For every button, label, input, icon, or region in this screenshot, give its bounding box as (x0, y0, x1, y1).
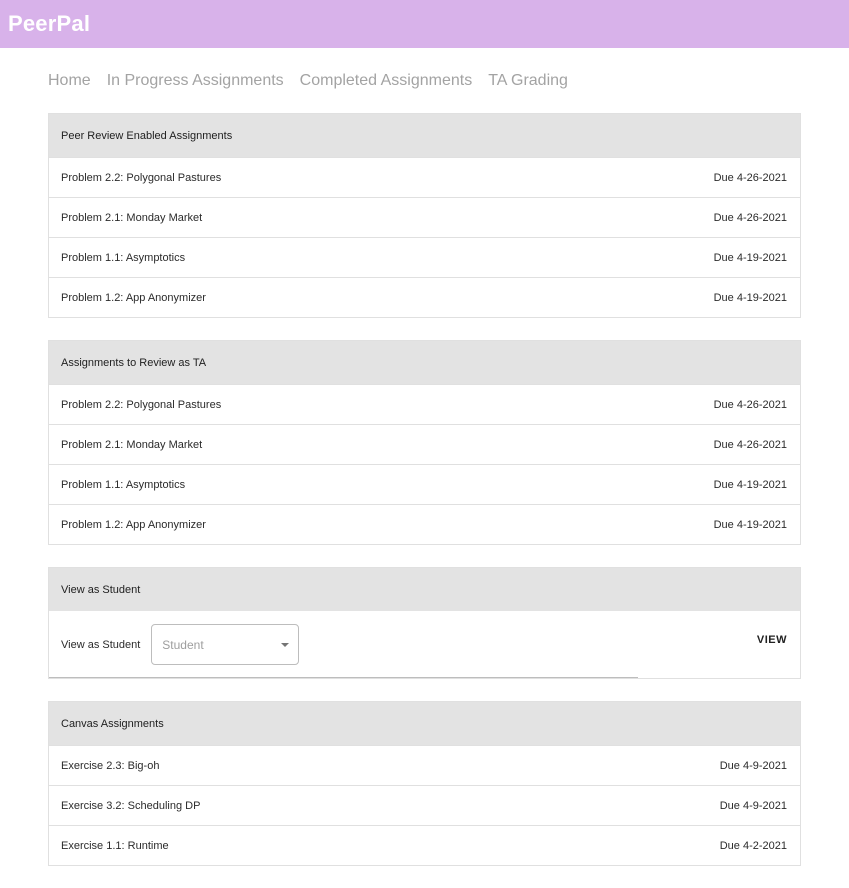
assignment-name: Problem 2.1: Monday Market (61, 438, 203, 451)
assignment-name: Problem 1.2: App Anonymizer (61, 518, 206, 531)
app-bar: PeerPal (0, 0, 849, 48)
assignment-due-date: Due 4-19-2021 (713, 291, 787, 304)
assignment-due-date: Due 4-26-2021 (713, 211, 787, 224)
ta-review-panel: Assignments to Review as TA Problem 2.2:… (48, 340, 801, 545)
assignment-due-date: Due 4-2-2021 (719, 839, 787, 852)
assignment-row[interactable]: Problem 2.1: Monday Market Due 4-26-2021 (49, 197, 800, 237)
assignment-due-date: Due 4-19-2021 (713, 518, 787, 531)
assignment-due-date: Due 4-19-2021 (713, 251, 787, 264)
main-content: Home In Progress Assignments Completed A… (48, 48, 801, 888)
assignment-name: Problem 1.1: Asymptotics (61, 478, 186, 491)
divider (49, 677, 638, 678)
assignment-name: Exercise 2.3: Big-oh (61, 759, 160, 772)
assignment-due-date: Due 4-9-2021 (719, 759, 787, 772)
view-button[interactable]: VIEW (757, 634, 787, 646)
assignment-name: Problem 2.2: Polygonal Pastures (61, 171, 222, 184)
top-nav: Home In Progress Assignments Completed A… (48, 48, 801, 113)
peer-review-panel: Peer Review Enabled Assignments Problem … (48, 113, 801, 318)
assignment-name: Problem 1.2: App Anonymizer (61, 291, 206, 304)
assignment-name: Exercise 3.2: Scheduling DP (61, 799, 201, 812)
assignment-name: Exercise 1.1: Runtime (61, 839, 169, 852)
assignment-name: Problem 1.1: Asymptotics (61, 251, 186, 264)
panel-header: View as Student (49, 568, 800, 611)
assignment-row[interactable]: Problem 2.2: Polygonal Pastures Due 4-26… (49, 384, 800, 424)
assignment-due-date: Due 4-26-2021 (713, 438, 787, 451)
view-as-student-panel: View as Student View as Student Student … (48, 567, 801, 679)
view-as-student-label: View as Student (61, 638, 141, 651)
assignment-name: Problem 2.2: Polygonal Pastures (61, 398, 222, 411)
panel-header: Peer Review Enabled Assignments (49, 114, 800, 157)
nav-in-progress-assignments[interactable]: In Progress Assignments (107, 72, 284, 90)
assignment-row[interactable]: Problem 1.2: App Anonymizer Due 4-19-202… (49, 504, 800, 544)
dropdown-arrow-icon (281, 642, 290, 647)
nav-ta-grading[interactable]: TA Grading (488, 72, 568, 90)
panel-header: Assignments to Review as TA (49, 341, 800, 384)
assignment-row[interactable]: Exercise 2.3: Big-oh Due 4-9-2021 (49, 745, 800, 785)
assignment-row[interactable]: Problem 1.1: Asymptotics Due 4-19-2021 (49, 237, 800, 277)
assignment-row[interactable]: Problem 1.1: Asymptotics Due 4-19-2021 (49, 464, 800, 504)
canvas-assignments-panel: Canvas Assignments Exercise 2.3: Big-oh … (48, 701, 801, 866)
panel-header: Canvas Assignments (49, 702, 800, 745)
view-as-student-row: View as Student Student VIEW (49, 611, 800, 678)
nav-home[interactable]: Home (48, 72, 91, 90)
assignment-due-date: Due 4-26-2021 (713, 171, 787, 184)
assignment-due-date: Due 4-26-2021 (713, 398, 787, 411)
assignment-row[interactable]: Exercise 1.1: Runtime Due 4-2-2021 (49, 825, 800, 865)
assignment-due-date: Due 4-9-2021 (719, 799, 787, 812)
assignment-row[interactable]: Problem 2.2: Polygonal Pastures Due 4-26… (49, 157, 800, 197)
student-select[interactable]: Student (151, 624, 300, 665)
assignment-name: Problem 2.1: Monday Market (61, 211, 203, 224)
assignment-due-date: Due 4-19-2021 (713, 478, 787, 491)
assignment-row[interactable]: Problem 2.1: Monday Market Due 4-26-2021 (49, 424, 800, 464)
assignment-row[interactable]: Problem 1.2: App Anonymizer Due 4-19-202… (49, 277, 800, 317)
student-select-value: Student (162, 637, 204, 652)
assignment-row[interactable]: Exercise 3.2: Scheduling DP Due 4-9-2021 (49, 785, 800, 825)
nav-completed-assignments[interactable]: Completed Assignments (300, 72, 473, 90)
app-title: PeerPal (8, 11, 91, 36)
